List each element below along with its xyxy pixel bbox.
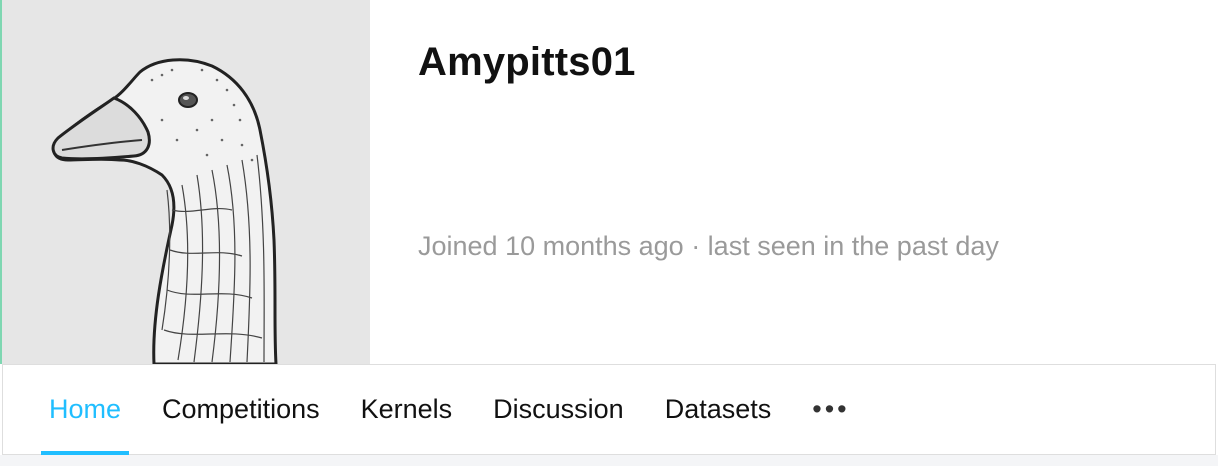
tab-discussion[interactable]: Discussion: [485, 365, 632, 454]
tab-datasets[interactable]: Datasets: [657, 365, 780, 454]
page-bottom-strip: [0, 455, 1218, 466]
avatar: [2, 0, 370, 364]
tab-kernels[interactable]: Kernels: [353, 365, 461, 454]
profile-tab-bar: Home Competitions Kernels Discussion Dat…: [2, 364, 1216, 455]
profile-header: Amypitts01 Joined 10 months ago · last s…: [418, 0, 1208, 364]
profile-username: Amypitts01: [418, 40, 636, 84]
tab-home[interactable]: Home: [41, 365, 130, 455]
more-horizontal-icon[interactable]: •••: [804, 365, 857, 454]
profile-page: Amypitts01 Joined 10 months ago · last s…: [0, 0, 1218, 466]
tab-competitions[interactable]: Competitions: [154, 365, 328, 454]
profile-tabs: Home Competitions Kernels Discussion Dat…: [41, 365, 858, 455]
goose-icon: [51, 58, 278, 364]
profile-activity-status: Joined 10 months ago · last seen in the …: [418, 231, 999, 261]
